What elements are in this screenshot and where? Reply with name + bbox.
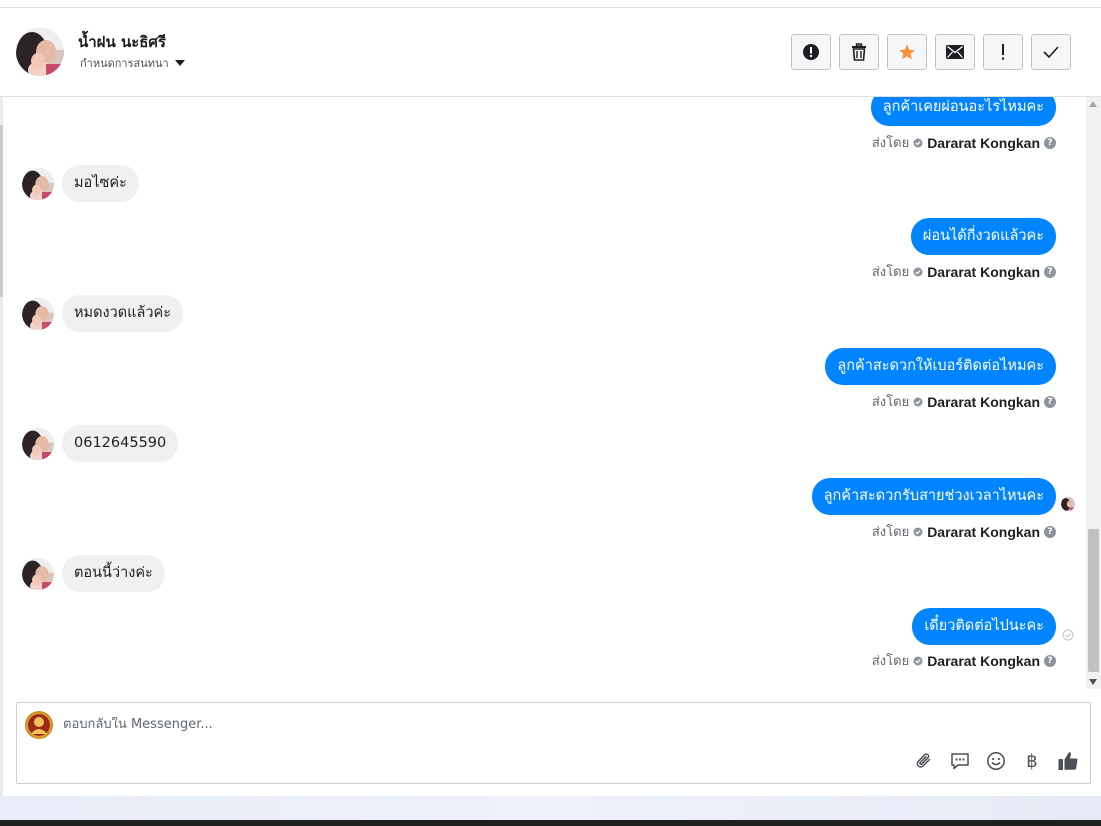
- message-incoming[interactable]: หมดงวดแล้วค่ะ: [62, 295, 184, 332]
- conversation-options-label: กำหนดการสนทนา: [80, 57, 169, 70]
- reply-input[interactable]: [63, 717, 763, 732]
- reply-composer: ฿: [16, 702, 1091, 784]
- sent-by-row: ส่งโดย Dararat Kongkan ?: [872, 650, 1056, 671]
- help-icon[interactable]: ?: [1044, 654, 1056, 667]
- sender-name[interactable]: Dararat Kongkan: [927, 135, 1040, 151]
- payment-button[interactable]: ฿: [1020, 749, 1044, 773]
- sent-by-row: ส่งโดย Dararat Kongkan ?: [872, 261, 1056, 282]
- message-incoming-row: มอไซค่ะ: [22, 165, 139, 202]
- message-incoming[interactable]: ตอนนี้ว่างค่ะ: [62, 555, 165, 592]
- scroll-up-icon[interactable]: [1089, 101, 1097, 107]
- message-incoming-row: 0612645590: [22, 425, 179, 462]
- page-footer-background: [0, 796, 1101, 820]
- conversation-options-dropdown[interactable]: กำหนดการสนทนา: [80, 54, 185, 72]
- contact-avatar-small: [22, 297, 54, 330]
- mark-unread-button[interactable]: [935, 34, 975, 70]
- message-incoming-row: ตอนนี้ว่างค่ะ: [22, 555, 165, 592]
- like-button[interactable]: [1056, 749, 1080, 773]
- contact-avatar-small: [22, 167, 54, 200]
- scroll-down-icon[interactable]: [1089, 679, 1097, 685]
- conversation-actions: [791, 34, 1071, 70]
- delivered-status-icon: [1062, 629, 1074, 641]
- contact-avatar-small: [22, 427, 54, 460]
- help-icon[interactable]: ?: [1044, 136, 1056, 149]
- page-avatar: [25, 711, 53, 739]
- star-icon: [899, 44, 915, 60]
- composer-tools: ฿: [912, 749, 1080, 773]
- verified-check-icon: [913, 656, 923, 665]
- caret-down-icon: [174, 60, 185, 66]
- verified-check-icon: [913, 138, 923, 147]
- message-outgoing[interactable]: ลูกค้าสะดวกให้เบอร์ติดต่อไหมคะ: [825, 348, 1056, 385]
- thread-scrollbar[interactable]: [1086, 97, 1101, 689]
- attach-file-button[interactable]: [912, 749, 936, 773]
- mark-done-button[interactable]: [1031, 34, 1071, 70]
- paperclip-icon: [916, 753, 931, 768]
- message-outgoing[interactable]: เดี๋ยวติดต่อไปนะคะ: [912, 608, 1056, 645]
- message-thread[interactable]: ลูกค้าเคยผ่อนอะไรไหมคะ ส่งโดย Dararat Ko…: [3, 97, 1086, 689]
- sent-by-row: ส่งโดย Dararat Kongkan ?: [872, 521, 1056, 542]
- contact-avatar-small: [22, 557, 54, 590]
- sender-name[interactable]: Dararat Kongkan: [927, 264, 1040, 280]
- message-incoming-row: หมดงวดแล้วค่ะ: [22, 295, 184, 332]
- check-icon: [1043, 46, 1059, 58]
- contact-name: น้ำฝน นะธิศรี: [78, 33, 166, 51]
- mark-important-button[interactable]: [983, 34, 1023, 70]
- message-outgoing[interactable]: ผ่อนได้กี่งวดแล้วคะ: [910, 218, 1056, 255]
- sent-by-row: ส่งโดย Dararat Kongkan ?: [872, 132, 1056, 153]
- window-top-edge: [0, 0, 1101, 8]
- mark-spam-button[interactable]: [791, 34, 831, 70]
- chat-bubble-icon: [951, 753, 969, 770]
- seen-by-avatar: [1061, 497, 1075, 511]
- help-icon[interactable]: ?: [1044, 395, 1056, 408]
- saved-replies-button[interactable]: [948, 749, 972, 773]
- help-icon[interactable]: ?: [1044, 265, 1056, 278]
- thumbs-up-icon: [1058, 752, 1078, 770]
- verified-check-icon: [913, 527, 923, 536]
- smile-icon: [987, 752, 1005, 770]
- contact-avatar[interactable]: [16, 28, 64, 76]
- sender-name[interactable]: Dararat Kongkan: [927, 394, 1040, 410]
- os-taskbar-edge: [0, 820, 1101, 826]
- conversation-header: น้ำฝน นะธิศรี กำหนดการสนทนา: [0, 8, 1101, 97]
- delete-button[interactable]: [839, 34, 879, 70]
- sent-by-row: ส่งโดย Dararat Kongkan ?: [872, 391, 1056, 412]
- exclamation-icon: [1002, 44, 1004, 60]
- alert-circle-icon: [803, 44, 819, 60]
- star-button[interactable]: [887, 34, 927, 70]
- verified-check-icon: [913, 397, 923, 406]
- help-icon[interactable]: ?: [1044, 525, 1056, 538]
- message-outgoing[interactable]: ลูกค้าเคยผ่อนอะไรไหมคะ: [870, 97, 1056, 126]
- emoji-button[interactable]: [984, 749, 1008, 773]
- message-incoming[interactable]: 0612645590: [62, 425, 179, 462]
- envelope-icon: [946, 45, 964, 59]
- message-incoming[interactable]: มอไซค่ะ: [62, 165, 139, 202]
- verified-check-icon: [913, 267, 923, 276]
- sender-name[interactable]: Dararat Kongkan: [927, 653, 1040, 669]
- trash-icon: [852, 43, 866, 61]
- baht-icon: ฿: [1026, 750, 1038, 772]
- scrollbar-thumb[interactable]: [1088, 529, 1099, 672]
- message-outgoing[interactable]: ลูกค้าสะดวกรับสายช่วงเวลาไหนคะ: [811, 478, 1056, 515]
- sender-name[interactable]: Dararat Kongkan: [927, 524, 1040, 540]
